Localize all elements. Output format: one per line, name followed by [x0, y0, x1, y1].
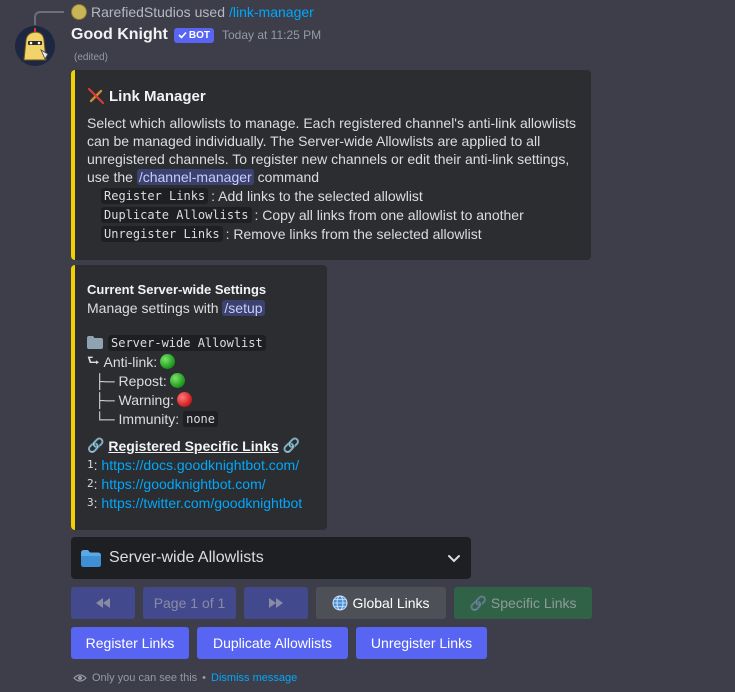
globe-icon — [332, 595, 348, 611]
tree-end-icon: └─ — [87, 410, 119, 427]
message-timestamp[interactable]: Today at 11:25 PM — [222, 28, 321, 42]
dismiss-message-link[interactable]: Dismiss message — [211, 672, 297, 684]
warning-row: ├─ Warning: — [87, 390, 313, 409]
register-links-button[interactable]: Register Links — [71, 627, 189, 659]
arrow-icon: ⮑ — [87, 351, 104, 368]
link-index: 2 — [87, 477, 94, 490]
link-icon: 🔗 — [87, 437, 105, 453]
embed-title-text: Link Manager — [109, 87, 206, 105]
author-name[interactable]: Good Knight — [71, 26, 168, 44]
duplicate-allowlists-button[interactable]: Duplicate Allowlists — [197, 627, 348, 659]
global-links-label: Global Links — [352, 595, 430, 611]
reply-username[interactable]: RarefiedStudios — [91, 4, 191, 20]
reply-verb: used — [194, 4, 225, 20]
command-code: Register Links — [101, 187, 209, 204]
unregister-links-button[interactable]: Unregister Links — [356, 627, 487, 659]
link-url[interactable]: https://twitter.com/goodknightbot — [101, 495, 302, 511]
repost-label: Repost: — [118, 372, 167, 389]
setup-command[interactable]: /setup — [222, 299, 265, 316]
list-item: 3: https://twitter.com/goodknightbot — [87, 494, 303, 511]
knight-avatar-icon — [15, 26, 55, 66]
select-value: Server-wide Allowlists — [109, 549, 264, 566]
immunity-label: Immunity: — [118, 410, 180, 427]
warning-label: Warning: — [118, 391, 175, 408]
list-item: 2: https://goodknightbot.com/ — [87, 475, 266, 492]
tree-branch-icon: ├─ — [87, 372, 119, 389]
link-manager-embed: Link Manager Select which allowlists to … — [71, 70, 591, 260]
register-links-label: Register Links — [85, 635, 175, 651]
duplicate-allowlists-label: Duplicate Allowlists — [212, 635, 333, 651]
reply-command[interactable]: /link-manager — [229, 4, 314, 20]
ephemeral-notice: Only you can see this • Dismiss message — [73, 670, 297, 686]
folder-icon — [81, 549, 101, 567]
allowlist-heading: Server-wide Allowlist — [87, 333, 313, 352]
page-indicator-button[interactable]: Page 1 of 1 — [143, 587, 236, 619]
unregister-links-label: Unregister Links — [370, 635, 473, 651]
link-icon: 🔗 — [282, 437, 301, 453]
edited-marker: (edited) — [74, 52, 108, 63]
bot-avatar[interactable] — [15, 26, 55, 66]
rewind-icon — [96, 598, 110, 608]
reply-user-avatar[interactable] — [71, 4, 87, 20]
bot-badge: BOT — [173, 27, 214, 43]
link-index: 1 — [87, 458, 94, 471]
anti-link-label: Anti-link: — [103, 353, 158, 370]
command-code: Duplicate Allowlists — [101, 206, 252, 223]
command-desc: : Remove links from the selected allowli… — [225, 225, 482, 242]
folder-icon — [87, 336, 103, 349]
settings-title: Current Server-wide Settings — [87, 282, 267, 297]
immunity-row: └─ Immunity: none — [87, 409, 313, 428]
list-item: 1: https://docs.goodknightbot.com/ — [87, 456, 300, 473]
settings-subtitle: Manage settings with /setup — [87, 298, 313, 317]
link-icon: 🔗 — [469, 594, 487, 611]
bot-badge-label: BOT — [188, 29, 210, 41]
last-page-button[interactable] — [244, 587, 308, 619]
tree-branch-icon: ├─ — [87, 391, 119, 408]
ephemeral-text: Only you can see this — [92, 672, 198, 684]
specific-links-label: Specific Links — [490, 595, 577, 611]
fast-forward-icon — [269, 598, 283, 608]
link-url[interactable]: https://goodknightbot.com/ — [101, 476, 265, 492]
embed-title: Link Manager — [87, 86, 577, 106]
specific-links-title: Registered Specific Links — [108, 437, 279, 454]
verified-check-icon — [178, 31, 187, 39]
command-desc: : Add links to the selected allowlist — [211, 187, 423, 204]
ephemeral-separator: • — [202, 672, 207, 684]
command-desc: : Copy all links from one allowlist to a… — [254, 206, 524, 223]
green-circle-icon — [169, 373, 185, 388]
allowlist-code: Server-wide Allowlist — [108, 334, 266, 351]
green-circle-icon — [160, 354, 176, 369]
allowlist-select[interactable]: Server-wide Allowlists — [71, 537, 471, 579]
no-links-icon — [88, 88, 104, 104]
reply-connector — [34, 11, 64, 25]
first-page-button[interactable] — [71, 587, 135, 619]
command-reply-header: RarefiedStudios used /link-manager — [71, 3, 314, 21]
command-line-unregister: Unregister Links : Remove links from the… — [87, 224, 577, 243]
chevron-down-icon — [448, 554, 460, 562]
message-header: Good Knight BOT Today at 11:25 PM — [71, 25, 321, 45]
specific-links-heading: 🔗 Registered Specific Links 🔗 — [87, 436, 313, 455]
link-index: 3 — [87, 496, 94, 509]
channel-manager-command[interactable]: /channel-manager — [136, 169, 254, 185]
command-suffix: command — [257, 169, 320, 185]
link-url[interactable]: https://docs.goodknightbot.com/ — [101, 457, 299, 473]
anti-link-row: ⮑ Anti-link: — [87, 352, 313, 371]
repost-row: ├─ Repost: — [87, 371, 313, 390]
eye-icon — [73, 674, 87, 682]
settings-subtitle-text: Manage settings with — [87, 299, 219, 316]
command-line-duplicate: Duplicate Allowlists : Copy all links fr… — [87, 205, 577, 224]
embed-description: Select which allowlists to manage. Each … — [87, 114, 577, 186]
red-circle-icon — [177, 392, 193, 407]
global-links-button[interactable]: Global Links — [316, 587, 446, 619]
immunity-value: none — [183, 410, 218, 427]
server-settings-embed: Current Server-wide Settings Manage sett… — [71, 265, 327, 530]
specific-links-button[interactable]: 🔗 Specific Links — [454, 587, 592, 619]
command-code: Unregister Links — [101, 225, 223, 242]
page-indicator-label: Page 1 of 1 — [153, 595, 226, 611]
command-line-register: Register Links : Add links to the select… — [87, 186, 577, 205]
